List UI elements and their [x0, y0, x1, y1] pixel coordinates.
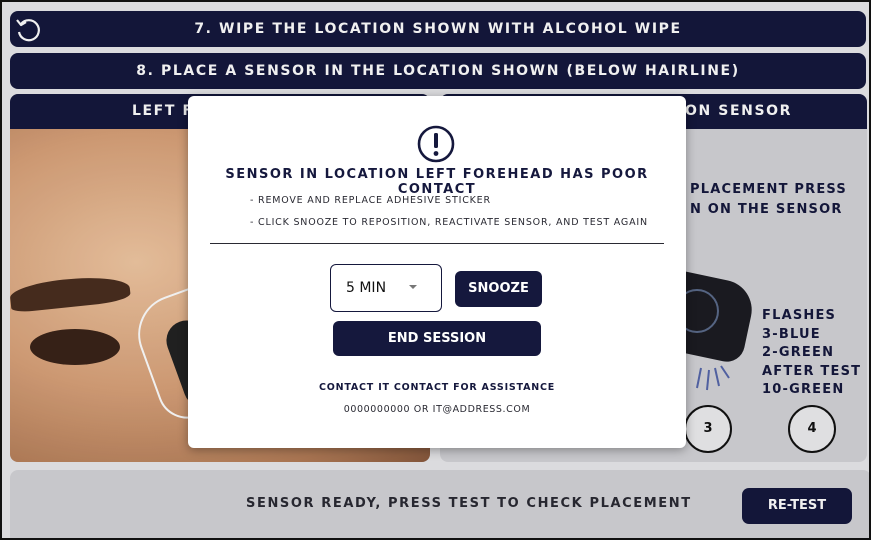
poor-contact-dialog: SENSOR IN LOCATION LEFT FOREHEAD HAS POO… [188, 96, 686, 448]
dialog-instruction-2: - CLICK SNOOZE TO REPOSITION, REACTIVATE… [250, 217, 648, 228]
dialog-divider [210, 243, 664, 244]
alert-circle-icon [417, 125, 455, 163]
contact-heading: CONTACT IT CONTACT FOR ASSISTANCE [318, 382, 556, 393]
snooze-duration-select[interactable]: 5 MIN [330, 264, 442, 312]
dialog-instruction-1: - REMOVE AND REPLACE ADHESIVE STICKER [250, 195, 491, 206]
contact-details: 0000000000 OR IT@ADDRESS.COM [343, 404, 531, 415]
snooze-button[interactable]: SNOOZE [455, 271, 542, 307]
chevron-down-icon [409, 285, 417, 289]
end-session-button[interactable]: END SESSION [333, 321, 541, 356]
snooze-duration-value: 5 MIN [346, 280, 387, 296]
dialog-title: SENSOR IN LOCATION LEFT FOREHEAD HAS POO… [225, 167, 649, 197]
